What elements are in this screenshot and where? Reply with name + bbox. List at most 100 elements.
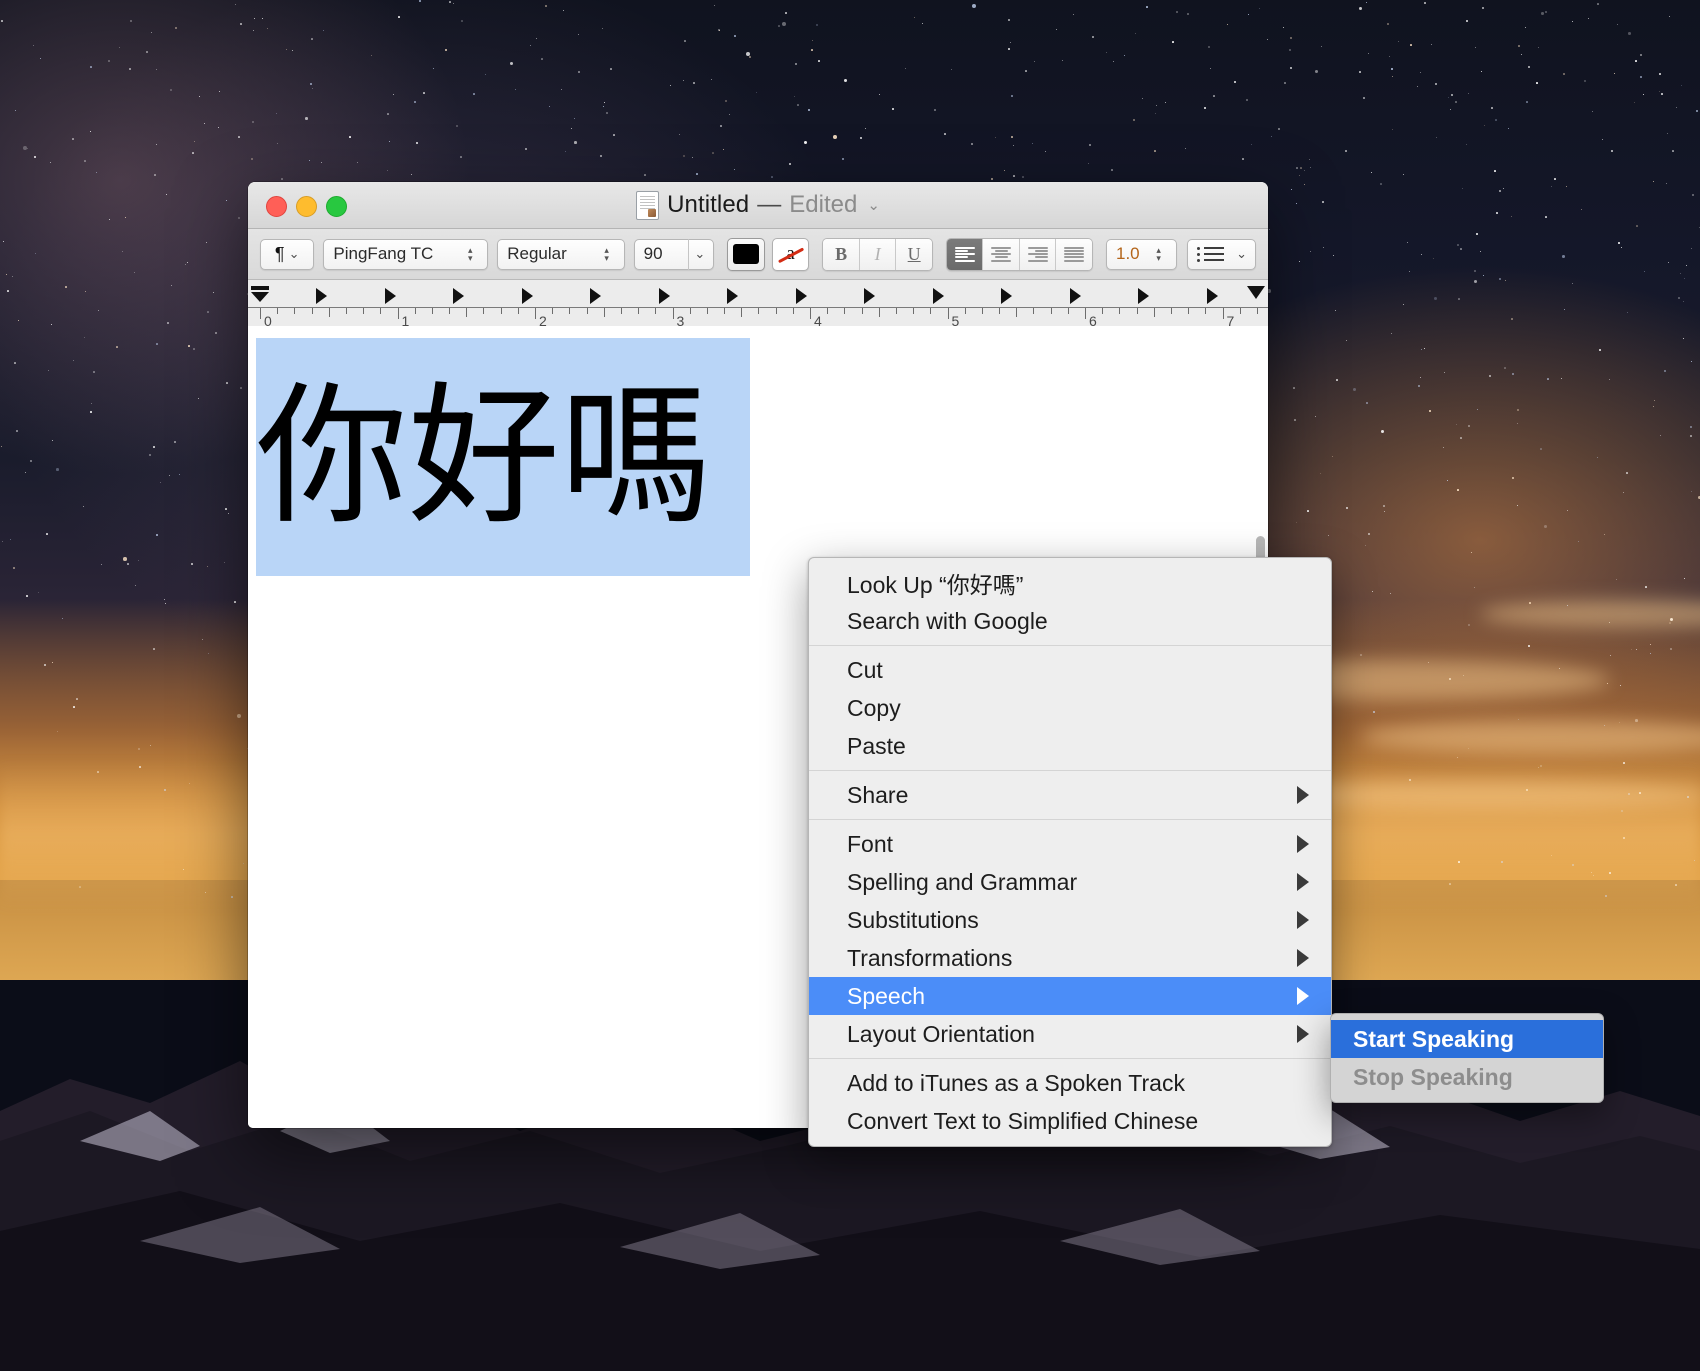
submenu-item-label: Stop Speaking	[1353, 1064, 1513, 1091]
align-center-button[interactable]	[983, 239, 1020, 270]
paragraph-icon: ¶	[275, 244, 285, 265]
tab-stop-marker[interactable]	[316, 288, 327, 304]
submenu-arrow-icon	[1297, 873, 1309, 891]
align-left-button[interactable]	[947, 239, 984, 270]
tab-stop-marker[interactable]	[659, 288, 670, 304]
menu-item-substitutions[interactable]: Substitutions	[809, 901, 1331, 939]
speech-submenu[interactable]: Start Speaking Stop Speaking	[1330, 1013, 1604, 1103]
tab-stop-marker[interactable]	[727, 288, 738, 304]
remove-text-color-button[interactable]: a	[772, 238, 810, 271]
font-family-dropdown[interactable]: PingFang TC ▴▾	[323, 239, 488, 270]
font-style-value: Regular	[498, 244, 596, 264]
menu-item-label: Cut	[847, 657, 883, 684]
menu-item-label: Speech	[847, 983, 925, 1010]
paragraph-style-dropdown[interactable]: ¶ ⌄	[260, 239, 314, 270]
menu-item-share[interactable]: Share	[809, 776, 1331, 814]
align-justify-button[interactable]	[1056, 239, 1092, 270]
menu-item-label: Convert Text to Simplified Chinese	[847, 1108, 1198, 1135]
selected-text-line[interactable]: 你好嗎	[256, 338, 750, 576]
submenu-arrow-icon	[1297, 987, 1309, 1005]
chevron-down-icon: ⌄	[1230, 246, 1255, 262]
menu-item-transformations[interactable]: Transformations	[809, 939, 1331, 977]
menu-item-label: Look Up “你好嗎”	[847, 566, 1023, 600]
context-menu[interactable]: Look Up “你好嗎” Search with Google Cut Copy Pa…	[808, 557, 1332, 1147]
font-family-value: PingFang TC	[324, 244, 460, 264]
menu-item-copy[interactable]: Copy	[809, 689, 1331, 727]
bulleted-list-icon	[1197, 247, 1224, 262]
letter-a-icon: a	[773, 239, 809, 270]
tab-stop-marker[interactable]	[864, 288, 875, 304]
chevron-down-icon: ⌄	[688, 246, 713, 262]
tab-stop-marker[interactable]	[522, 288, 533, 304]
align-right-button[interactable]	[1020, 239, 1057, 270]
menu-separator	[809, 819, 1331, 820]
menu-item-add-to-itunes-as-a-spoken-track[interactable]: Add to iTunes as a Spoken Track	[809, 1064, 1331, 1102]
menu-item-layout-orientation[interactable]: Layout Orientation	[809, 1015, 1331, 1053]
align-left-icon	[955, 247, 975, 262]
line-spacing-dropdown[interactable]: 1.0 ▴▾	[1106, 239, 1177, 270]
submenu-arrow-icon	[1297, 911, 1309, 929]
submenu-arrow-icon	[1297, 835, 1309, 853]
document-text: 你好嗎	[256, 381, 712, 533]
page-title: Untitled	[667, 191, 749, 219]
menu-item-spelling-and-grammar[interactable]: Spelling and Grammar	[809, 863, 1331, 901]
menu-item-label: Transformations	[847, 945, 1012, 972]
document-icon	[636, 191, 659, 220]
chevron-down-icon[interactable]: ⌄	[867, 196, 880, 214]
left-indent-marker[interactable]	[251, 292, 269, 302]
tab-stop-marker[interactable]	[796, 288, 807, 304]
menu-item-paste[interactable]: Paste	[809, 727, 1331, 765]
menu-item-label: Add to iTunes as a Spoken Track	[847, 1070, 1185, 1097]
right-indent-marker[interactable]	[1247, 286, 1265, 299]
tab-stop-marker[interactable]	[590, 288, 601, 304]
submenu-item-stop-speaking: Stop Speaking	[1331, 1058, 1603, 1096]
menu-item-label: Share	[847, 782, 908, 809]
title-dash: —	[757, 191, 781, 219]
submenu-item-start-speaking[interactable]: Start Speaking	[1331, 1020, 1603, 1058]
underline-label: U	[908, 244, 921, 265]
tab-stop-marker[interactable]	[933, 288, 944, 304]
menu-item-search-with-google[interactable]: Search with Google	[809, 602, 1331, 640]
tab-stop-marker[interactable]	[1001, 288, 1012, 304]
menu-item-cut[interactable]: Cut	[809, 651, 1331, 689]
submenu-arrow-icon	[1297, 786, 1309, 804]
line-spacing-value: 1.0	[1107, 244, 1149, 264]
italic-button[interactable]: I	[860, 239, 897, 270]
window-titlebar: Untitled — Edited ⌄	[248, 182, 1268, 229]
format-toolbar: ¶ ⌄ PingFang TC ▴▾ Regular ▴▾ 90 ⌄ a B I…	[248, 229, 1268, 280]
text-color-well[interactable]	[727, 238, 765, 271]
menu-item-label: Spelling and Grammar	[847, 869, 1077, 896]
menu-item-label: Search with Google	[847, 608, 1048, 635]
document-ruler[interactable]: 01234567	[248, 280, 1268, 328]
menu-item-look-up[interactable]: Look Up “你好嗎”	[809, 564, 1331, 602]
underline-button[interactable]: U	[896, 239, 932, 270]
color-swatch	[733, 244, 759, 264]
stepper-icon[interactable]: ▴▾	[1149, 246, 1176, 262]
menu-item-label: Layout Orientation	[847, 1021, 1035, 1048]
menu-separator	[809, 645, 1331, 646]
menu-item-label: Paste	[847, 733, 906, 760]
tab-stop-marker[interactable]	[1070, 288, 1081, 304]
menu-item-speech[interactable]: Speech	[809, 977, 1331, 1015]
menu-item-label: Font	[847, 831, 893, 858]
menu-separator	[809, 1058, 1331, 1059]
chevron-down-icon: ⌄	[289, 246, 300, 262]
menu-item-font[interactable]: Font	[809, 825, 1331, 863]
edited-status: Edited	[789, 191, 857, 219]
first-line-indent-marker[interactable]	[251, 286, 269, 290]
tab-stop-marker[interactable]	[1207, 288, 1218, 304]
tab-stop-marker[interactable]	[1138, 288, 1149, 304]
text-style-segmented-control: B I U	[822, 238, 933, 271]
font-size-value: 90	[635, 244, 688, 264]
list-style-dropdown[interactable]: ⌄	[1187, 239, 1256, 270]
tab-stop-marker[interactable]	[453, 288, 464, 304]
bold-label: B	[835, 244, 847, 265]
bold-button[interactable]: B	[823, 239, 860, 270]
stepper-icon[interactable]: ▴▾	[597, 246, 624, 262]
stepper-icon[interactable]: ▴▾	[460, 246, 487, 262]
font-size-dropdown[interactable]: 90 ⌄	[634, 239, 715, 270]
font-style-dropdown[interactable]: Regular ▴▾	[497, 239, 624, 270]
tab-stop-marker[interactable]	[385, 288, 396, 304]
submenu-item-label: Start Speaking	[1353, 1026, 1514, 1053]
menu-item-convert-text-to-simplified-chinese[interactable]: Convert Text to Simplified Chinese	[809, 1102, 1331, 1140]
